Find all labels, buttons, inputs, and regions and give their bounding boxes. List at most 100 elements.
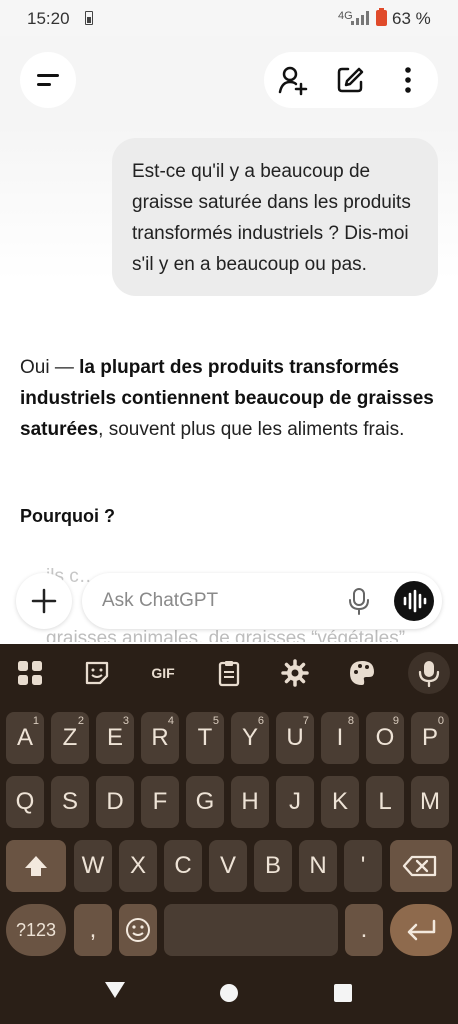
key-label: A	[16, 724, 33, 751]
header-actions	[264, 52, 438, 108]
key-u[interactable]: U7	[276, 712, 314, 764]
key-label: W	[81, 852, 105, 879]
backspace-icon	[402, 855, 437, 877]
signal-icon	[351, 11, 369, 25]
menu-icon-line	[37, 83, 51, 86]
key-t[interactable]: T5	[186, 712, 224, 764]
key-hint-number: 1	[32, 715, 39, 727]
key-label: V	[219, 852, 236, 879]
shift-icon	[25, 856, 47, 876]
add-person-icon[interactable]	[278, 64, 310, 96]
key-w[interactable]: W	[74, 840, 112, 892]
key-hint-number: 0	[437, 715, 444, 727]
key-e[interactable]: E3	[96, 712, 134, 764]
more-vertical-icon[interactable]	[392, 64, 424, 96]
key-label: I	[336, 724, 344, 751]
sticker-icon[interactable]	[82, 658, 112, 688]
key-label: B	[264, 852, 281, 879]
key-i[interactable]: I8	[321, 712, 359, 764]
voice-mode-button[interactable]	[394, 581, 434, 621]
key-n[interactable]: N	[299, 840, 337, 892]
key-p[interactable]: P0	[411, 712, 449, 764]
key-label: F	[152, 788, 168, 815]
period-key[interactable]: .	[345, 904, 383, 956]
back-icon[interactable]	[105, 982, 125, 998]
message-input[interactable]: Ask ChatGPT	[82, 573, 442, 629]
system-nav-bar	[0, 956, 458, 1024]
key-label: P	[421, 724, 438, 751]
key-label: U	[286, 724, 304, 751]
symbols-key[interactable]: ?123	[6, 904, 66, 956]
key-v[interactable]: V	[209, 840, 247, 892]
key-hint-number: 9	[392, 715, 399, 727]
key-h[interactable]: H	[231, 776, 269, 828]
faded-text-line: graisses animales, de graisses “végétale…	[46, 628, 406, 642]
key-d[interactable]: D	[96, 776, 134, 828]
key-hint-number: 2	[77, 715, 84, 727]
backspace-key[interactable]	[390, 840, 452, 892]
key-label: O	[375, 724, 395, 751]
mic-icon[interactable]	[344, 586, 374, 616]
enter-icon	[407, 919, 436, 941]
user-message-bubble: Est-ce qu'il y a beaucoup de graisse sat…	[112, 138, 438, 296]
gif-button[interactable]: GIF	[146, 658, 180, 688]
key-label: N	[309, 852, 327, 879]
key-q[interactable]: Q	[6, 776, 44, 828]
key-r[interactable]: R4	[141, 712, 179, 764]
key-l[interactable]: L	[366, 776, 404, 828]
user-message-text: Est-ce qu'il y a beaucoup de graisse sat…	[132, 161, 411, 275]
recents-icon[interactable]	[334, 984, 352, 1002]
emoji-icon	[126, 918, 150, 942]
palette-icon[interactable]	[347, 658, 377, 688]
key-label: Y	[241, 724, 258, 751]
answer-rest: , souvent plus que les aliments frais.	[98, 419, 405, 440]
shift-key[interactable]	[6, 840, 66, 892]
settings-icon[interactable]	[280, 658, 310, 688]
key-s[interactable]: S	[51, 776, 89, 828]
comma-key[interactable]: ,	[74, 904, 112, 956]
key-label: K	[331, 788, 348, 815]
key-k[interactable]: K	[321, 776, 359, 828]
waveform-icon	[403, 589, 427, 613]
key-hint-number: 8	[347, 715, 354, 727]
key-b[interactable]: B	[254, 840, 292, 892]
clipboard-icon[interactable]	[214, 658, 244, 688]
key-hint-number: 4	[167, 715, 174, 727]
key-y[interactable]: Y6	[231, 712, 269, 764]
edit-icon[interactable]	[334, 64, 366, 96]
menu-button[interactable]	[20, 52, 76, 108]
attach-button[interactable]	[16, 573, 72, 629]
key-hint-number: 7	[302, 715, 309, 727]
key-j[interactable]: J	[276, 776, 314, 828]
plus-icon	[31, 588, 57, 614]
key-label: Q	[15, 788, 35, 815]
space-key[interactable]	[164, 904, 338, 956]
key-apostrophe[interactable]: '	[344, 840, 382, 892]
key-g[interactable]: G	[186, 776, 224, 828]
key-label: Z	[62, 724, 78, 751]
enter-key[interactable]	[390, 904, 452, 956]
apps-icon[interactable]	[15, 658, 45, 688]
assistant-answer: Oui — la plupart des produits transformé…	[20, 352, 440, 445]
key-f[interactable]: F	[141, 776, 179, 828]
emoji-key[interactable]	[119, 904, 157, 956]
key-c[interactable]: C	[164, 840, 202, 892]
keyboard-mic-button[interactable]	[408, 652, 450, 694]
key-label: L	[378, 788, 392, 815]
answer-section-title: Pourquoi ?	[20, 506, 115, 526]
key-o[interactable]: O9	[366, 712, 404, 764]
app-header	[0, 36, 458, 126]
key-hint-number: 6	[257, 715, 264, 727]
battery-icon	[376, 8, 387, 26]
home-icon[interactable]	[220, 984, 238, 1002]
key-label: R	[151, 724, 169, 751]
key-z[interactable]: Z2	[51, 712, 89, 764]
key-m[interactable]: M	[411, 776, 449, 828]
mic-icon	[418, 661, 440, 688]
key-x[interactable]: X	[119, 840, 157, 892]
key-label: S	[61, 788, 78, 815]
answer-intro: Oui —	[20, 357, 80, 378]
chat-area[interactable]: Est-ce qu'il y a beaucoup de graisse sat…	[0, 126, 458, 642]
key-a[interactable]: A1	[6, 712, 44, 764]
key-hint-number: 5	[212, 715, 219, 727]
